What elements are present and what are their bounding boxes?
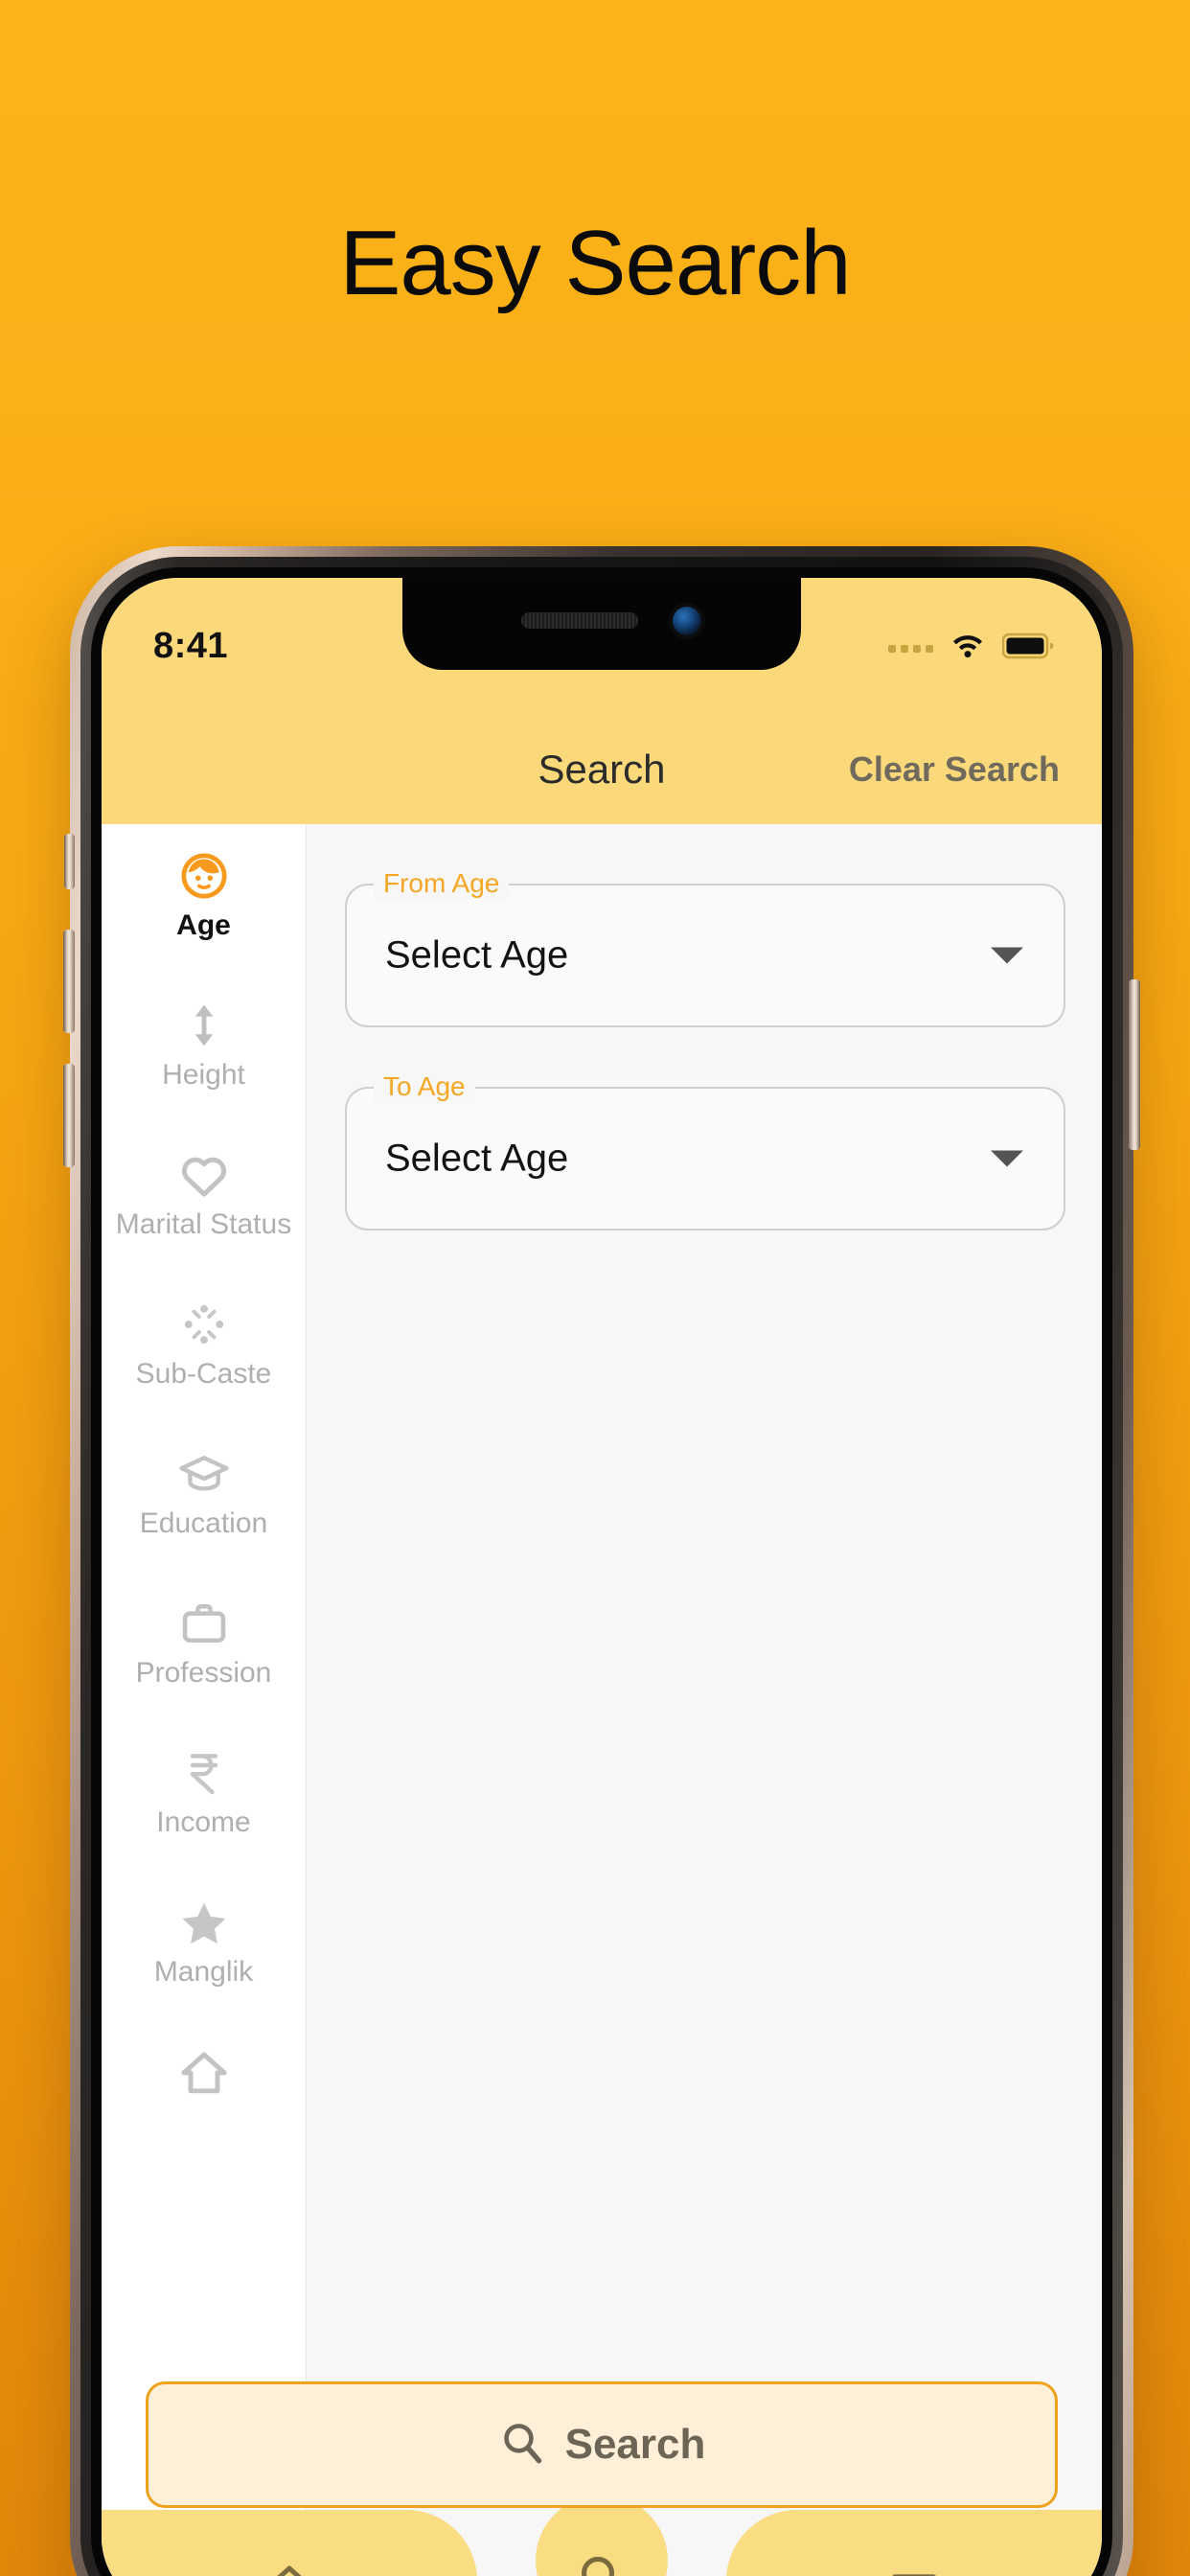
sidebar-item-label: Manglik (153, 1956, 254, 1988)
sidebar-item-education[interactable]: Education (102, 1449, 306, 1572)
from-age-label: From Age (374, 867, 510, 900)
chevron-down-icon[interactable] (991, 947, 1023, 964)
mute-switch-button[interactable] (64, 834, 75, 889)
front-camera-icon (673, 607, 701, 635)
sidebar-item-manglik[interactable]: Manglik (102, 1898, 306, 2020)
volume-up-button[interactable] (63, 930, 75, 1033)
search-button[interactable]: Search (146, 2381, 1058, 2508)
magnifier-icon (498, 2419, 546, 2472)
bottom-navigation (102, 2495, 1102, 2576)
sidebar-item-location[interactable] (102, 2047, 306, 2170)
bottom-nav-home-tab[interactable] (102, 2510, 477, 2576)
to-age-value: Select Age (385, 1137, 569, 1180)
from-age-select[interactable]: From Age Select Age (345, 867, 1065, 1027)
filter-content-panel: From Age Select Age To Age Select Age (307, 824, 1102, 2576)
power-button[interactable] (1129, 979, 1140, 1150)
phone-device-frame: 8:41 Search Clear Search Age Height Mari… (63, 546, 1140, 2576)
sidebar-item-label: Age (176, 909, 231, 941)
magnifier-icon (575, 2551, 629, 2576)
device-notch (402, 578, 801, 670)
promo-screenshot: Easy Search 8:41 Search Clear Search Age… (0, 0, 1190, 2576)
promo-title: Easy Search (339, 212, 851, 314)
bottom-nav-menu-tab[interactable] (726, 2510, 1102, 2576)
clear-search-button[interactable]: Clear Search (849, 740, 1060, 799)
sidebar-item-label: Income (156, 1806, 251, 1838)
status-time: 8:41 (153, 626, 229, 666)
phone-screen: 8:41 Search Clear Search Age Height Mari… (102, 578, 1102, 2576)
menu-icon (888, 2566, 940, 2576)
rupee-icon (182, 1748, 226, 1798)
sidebar-item-profession[interactable]: Profession (102, 1598, 306, 1721)
app-navbar: Search Clear Search (102, 740, 1102, 799)
face-icon (178, 851, 230, 901)
sidebar-item-height[interactable]: Height (102, 1000, 306, 1123)
graduation-cap-icon (177, 1449, 231, 1499)
chevron-down-icon[interactable] (991, 1150, 1023, 1167)
sidebar-item-label: Marital Status (115, 1208, 292, 1240)
sidebar-item-sub-caste[interactable]: Sub-Caste (102, 1300, 306, 1422)
home-icon (263, 2562, 315, 2576)
sidebar-item-age[interactable]: Age (102, 851, 306, 974)
home-icon (178, 2047, 230, 2097)
sidebar-item-marital-status[interactable]: Marital Status (102, 1150, 306, 1273)
sidebar-item-label: Height (162, 1059, 245, 1091)
height-arrow-icon (182, 1000, 226, 1050)
to-age-label: To Age (374, 1070, 475, 1103)
sunburst-icon (180, 1300, 228, 1349)
volume-down-button[interactable] (63, 1064, 75, 1167)
battery-icon (1001, 632, 1056, 665)
signal-dots-icon (888, 644, 933, 653)
app-body: Age Height Marital Status Sub-Caste Educ… (102, 824, 1102, 2576)
briefcase-icon (179, 1598, 229, 1648)
from-age-value: Select Age (385, 933, 569, 977)
to-age-select[interactable]: To Age Select Age (345, 1070, 1065, 1230)
sidebar-item-label: Sub-Caste (135, 1358, 272, 1390)
sidebar-item-income[interactable]: Income (102, 1748, 306, 1871)
search-button-label: Search (564, 2421, 706, 2468)
heart-icon (179, 1150, 229, 1200)
earpiece-speaker-icon (521, 612, 638, 629)
sidebar-item-label: Education (139, 1507, 268, 1539)
wifi-icon (947, 630, 989, 667)
star-icon (178, 1898, 230, 1947)
filter-sidebar[interactable]: Age Height Marital Status Sub-Caste Educ… (102, 824, 307, 2576)
status-indicators (888, 630, 1056, 667)
sidebar-item-label: Profession (135, 1657, 272, 1689)
